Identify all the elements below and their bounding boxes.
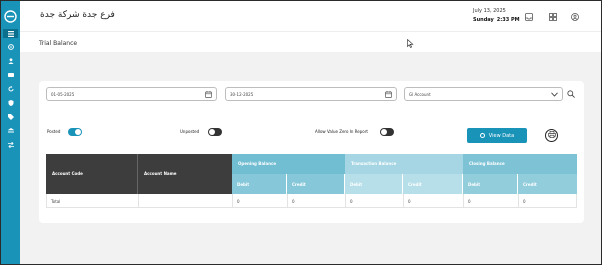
cell-value: 0 — [237, 199, 240, 204]
credit-label: Credit — [523, 182, 537, 187]
toggle-knob — [75, 129, 81, 135]
total-closing-debit: 0 — [464, 194, 519, 207]
header-account-code-label: Account Code — [52, 171, 83, 176]
allow-zero-toggle[interactable] — [380, 128, 394, 136]
grid-icon[interactable] — [548, 12, 557, 21]
table-row-total: Total 0 0 0 0 0 0 — [46, 194, 577, 208]
header-transaction-balance: Transaction Balance — [345, 154, 463, 174]
top-header: فرع جدة شركة جدة July 13, 2025 Sunday 2:3… — [20, 1, 601, 31]
view-data-label: View Data — [488, 132, 515, 139]
posted-label: Posted — [47, 129, 61, 134]
inbox-icon[interactable] — [524, 12, 533, 21]
total-label: Total — [51, 199, 61, 204]
transaction-balance-label: Transaction Balance — [351, 161, 397, 166]
from-date-field[interactable]: 01-05-2025 — [46, 87, 217, 101]
unposted-label: Unposted — [180, 129, 200, 134]
gl-account-placeholder: Gl Account — [409, 92, 431, 97]
view-data-button[interactable]: View Data — [467, 128, 527, 143]
allow-zero-label: Allow Value Zero In Report — [315, 129, 368, 134]
closing-balance-label: Closing Balance — [469, 161, 505, 166]
total-closing-credit: 0 — [519, 194, 576, 207]
cell-value: 0 — [350, 199, 353, 204]
header-closing-debit[interactable]: Debit — [463, 174, 518, 194]
total-name-cell — [139, 194, 233, 207]
current-time: 2:33 PM — [496, 17, 520, 23]
total-transaction-credit: 0 — [404, 194, 464, 207]
total-label-cell: Total — [47, 194, 139, 207]
search-icon[interactable] — [567, 90, 575, 100]
sidebar-item-finance[interactable] — [3, 70, 18, 79]
cell-value: 0 — [468, 199, 471, 204]
from-date-value: 01-05-2025 — [51, 92, 75, 97]
sidebar — [1, 1, 20, 264]
total-transaction-debit: 0 — [346, 194, 404, 207]
cell-value: 0 — [523, 199, 526, 204]
printer-icon — [547, 131, 556, 140]
total-opening-debit: 0 — [233, 194, 288, 207]
app-logo-icon[interactable] — [3, 9, 18, 24]
current-day: Sunday — [473, 17, 494, 23]
company-name: فرع جدة شركة جدة — [40, 10, 115, 20]
chevron-down-icon[interactable] — [551, 92, 558, 99]
calendar-icon[interactable] — [205, 91, 212, 100]
loading-circle-icon — [479, 133, 485, 138]
calendar-icon[interactable] — [385, 91, 392, 100]
debit-label: Debit — [468, 182, 481, 187]
cell-value: 0 — [408, 199, 411, 204]
header-account-name-label: Account Name — [144, 171, 177, 176]
toggle-knob — [209, 129, 215, 135]
cell-value: 0 — [292, 199, 295, 204]
sidebar-item-exchange[interactable] — [3, 140, 18, 149]
current-day-time: Sunday 2:33 PM — [473, 17, 520, 23]
app-window: فرع جدة شركة جدة July 13, 2025 Sunday 2:3… — [0, 0, 602, 265]
total-opening-credit: 0 — [288, 194, 346, 207]
sidebar-item-security[interactable] — [3, 98, 18, 107]
credit-label: Credit — [408, 182, 422, 187]
credit-label: Credit — [292, 182, 306, 187]
mouse-cursor-icon — [407, 38, 414, 50]
sidebar-item-settings[interactable] — [3, 42, 18, 51]
to-date-value: 30-12-2025 — [230, 92, 254, 97]
toggle-knob — [381, 129, 387, 135]
debit-label: Debit — [350, 182, 363, 187]
unposted-toggle[interactable] — [208, 128, 222, 136]
header-closing-credit[interactable]: Credit — [518, 174, 577, 194]
print-button[interactable] — [545, 129, 558, 142]
user-icon[interactable] — [570, 12, 579, 21]
page-title: Trial Balance — [39, 40, 78, 47]
header-opening-credit[interactable]: Credit — [287, 174, 345, 194]
header-account-name[interactable]: Account Name — [138, 154, 232, 194]
sidebar-item-bank[interactable] — [3, 126, 18, 135]
gl-account-select[interactable]: Gl Account — [404, 87, 563, 101]
current-date: July 13, 2025 — [473, 8, 506, 14]
sidebar-item-tags[interactable] — [3, 112, 18, 121]
header-closing-balance: Closing Balance — [463, 154, 577, 174]
sidebar-item-users[interactable] — [3, 56, 18, 65]
sidebar-item-refresh[interactable] — [3, 84, 18, 93]
page-title-bar: Trial Balance — [20, 31, 601, 52]
header-opening-balance: Opening Balance — [232, 154, 345, 174]
opening-balance-label: Opening Balance — [238, 161, 277, 166]
header-transaction-debit[interactable]: Debit — [345, 174, 403, 194]
to-date-field[interactable]: 30-12-2025 — [225, 87, 397, 101]
debit-label: Debit — [237, 182, 250, 187]
sidebar-item-list[interactable] — [3, 29, 18, 38]
header-opening-debit[interactable]: Debit — [232, 174, 287, 194]
trial-balance-table: Account Code Account Name Opening Balanc… — [46, 154, 577, 208]
posted-toggle[interactable] — [68, 128, 82, 136]
header-transaction-credit[interactable]: Credit — [403, 174, 463, 194]
header-account-code[interactable]: Account Code — [46, 154, 138, 194]
